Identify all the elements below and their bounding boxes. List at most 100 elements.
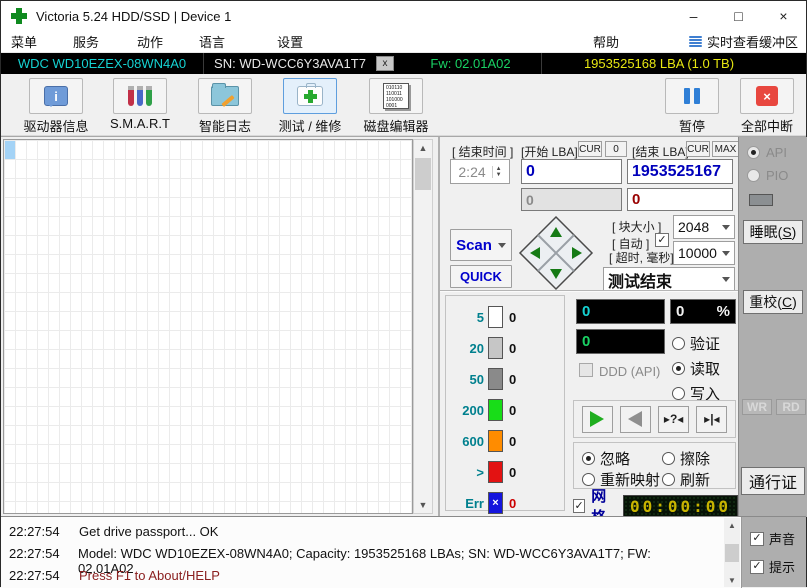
- grid-vertical-scrollbar[interactable]: ▲ ▼: [413, 139, 433, 514]
- drive-tab-close-button[interactable]: x: [376, 56, 394, 71]
- auto-checkbox[interactable]: ✓: [655, 233, 669, 247]
- spinner-arrows-icon[interactable]: ▲▼: [492, 166, 502, 178]
- ddd-checkbox[interactable]: [579, 363, 593, 377]
- refresh-radio-icon: [662, 473, 675, 486]
- wr-button[interactable]: WR: [742, 399, 772, 415]
- end-lba-label: [结束 LBA]: [632, 143, 689, 160]
- rd-button[interactable]: RD: [776, 399, 806, 415]
- random-seek-button[interactable]: ▸?◂: [658, 406, 689, 433]
- start-cur-button[interactable]: CUR: [578, 141, 602, 157]
- api-label: API: [766, 145, 787, 160]
- legend-swatch-20: [488, 337, 503, 359]
- start-lba-input[interactable]: 0: [521, 159, 622, 184]
- menu-item-menu[interactable]: 菜单: [3, 30, 45, 53]
- legend-swatch-600: [488, 430, 503, 452]
- grid-checkbox[interactable]: ✓: [573, 499, 585, 513]
- timeout-dropdown[interactable]: 10000: [673, 241, 735, 265]
- log-entry: 22:27:54 Get drive passport... OK: [1, 524, 701, 539]
- tips-checkbox-row[interactable]: ✓ 提示: [750, 557, 795, 576]
- tips-checkbox[interactable]: ✓: [750, 560, 764, 574]
- passport-button[interactable]: 通行证: [741, 467, 805, 495]
- sleep-button[interactable]: 睡眠(S): [743, 220, 803, 244]
- minimize-button[interactable]: –: [671, 1, 716, 31]
- legend-swatch-over: [488, 461, 503, 483]
- legend-swatch-200: [488, 399, 503, 421]
- menu-item-language[interactable]: 语言: [191, 30, 233, 53]
- menu-item-settings[interactable]: 设置: [269, 30, 311, 53]
- menu-bar: 菜单 服务 动作 语言 设置 帮助 实时查看缓冲区: [1, 31, 806, 53]
- ignore-label: 忽略: [600, 448, 630, 469]
- percent-value: 0: [676, 303, 684, 320]
- toolbar-drive-info-button[interactable]: i 驱动器信息: [11, 78, 101, 135]
- butterfly-seek-button[interactable]: ▸|◂: [696, 406, 727, 433]
- end-cur-button[interactable]: CUR: [686, 141, 710, 157]
- close-button[interactable]: ×: [761, 1, 806, 31]
- toolbar-smart-button[interactable]: S.M.A.R.T: [101, 78, 179, 131]
- toolbar-smart-log-button[interactable]: 智能日志: [187, 78, 263, 135]
- recalibrate-button[interactable]: 重校(C): [743, 290, 803, 314]
- api-radio[interactable]: API: [747, 145, 787, 160]
- toolbar-test-repair-label: 测试 / 维修: [279, 116, 342, 135]
- scan-dropdown-icon: [498, 243, 506, 252]
- percent-sign: %: [717, 303, 730, 320]
- drive-info-bar: WDC WD10EZEX-08WN4A0 SN: WD-WCC6Y3AVA1T7…: [1, 53, 806, 74]
- pause-label: 暂停: [679, 116, 705, 135]
- log-scroll-up-icon[interactable]: ▲: [724, 518, 740, 532]
- pause-icon: [684, 88, 700, 104]
- start-lba-label: [开始 LBA]: [521, 143, 578, 160]
- drive-capacity: 1953525168 LBA (1.0 TB): [542, 53, 806, 74]
- action-refresh-radio[interactable]: 刷新: [662, 469, 710, 490]
- end-max-button[interactable]: MAX: [712, 141, 739, 157]
- action-erase-radio[interactable]: 擦除: [662, 448, 710, 469]
- log-scrollbar[interactable]: ▲ ▼: [724, 518, 740, 587]
- pause-button[interactable]: 暂停: [664, 78, 720, 135]
- action-ignore-radio[interactable]: 忽略: [582, 448, 630, 469]
- current-block-marker: [5, 141, 15, 159]
- ddd-label: DDD (API): [599, 364, 660, 379]
- log-scroll-down-icon[interactable]: ▼: [724, 573, 740, 587]
- on-end-value: 测试结束: [608, 268, 672, 292]
- seek-arrow-pad[interactable]: [518, 215, 594, 296]
- scan-button[interactable]: Scan: [450, 229, 512, 261]
- refresh-label: 刷新: [680, 469, 710, 490]
- log-options: ✓ 声音 ✓ 提示: [742, 517, 807, 588]
- maximize-button[interactable]: □: [716, 1, 761, 31]
- scroll-down-icon[interactable]: ▼: [414, 497, 432, 513]
- end-lba-input[interactable]: 1953525167: [627, 159, 733, 184]
- scroll-up-icon[interactable]: ▲: [414, 140, 432, 156]
- end-time-spinner[interactable]: 2:24 ▲▼: [450, 159, 510, 184]
- toolbar-smart-label: S.M.A.R.T: [110, 116, 170, 131]
- legend-row-50: 500: [454, 368, 516, 390]
- buffer-view-button[interactable]: 实时查看缓冲区: [689, 32, 798, 51]
- legend-row-20: 200: [454, 337, 516, 359]
- drive-model: WDC WD10EZEX-08WN4A0: [1, 53, 204, 74]
- scrollbar-thumb[interactable]: [415, 158, 431, 190]
- on-end-dropdown[interactable]: 测试结束: [603, 267, 735, 292]
- menu-item-help[interactable]: 帮助: [585, 30, 627, 53]
- log-scrollbar-thumb[interactable]: [725, 544, 739, 562]
- legend-row-err: Err×0: [454, 492, 516, 514]
- sound-checkbox-row[interactable]: ✓ 声音: [750, 529, 795, 548]
- tips-label: 提示: [769, 557, 795, 576]
- mode-verify-radio[interactable]: 验证: [672, 333, 720, 354]
- drive-serial: SN: WD-WCC6Y3AVA1T7: [204, 53, 376, 74]
- start-zero-button[interactable]: 0: [605, 141, 627, 157]
- scan-label: Scan: [456, 237, 492, 254]
- menu-item-service[interactable]: 服务: [65, 30, 107, 53]
- abort-all-button[interactable]: × 全部中断: [732, 78, 802, 135]
- start-test-button[interactable]: [582, 406, 613, 433]
- pio-radio[interactable]: PIO: [747, 168, 788, 183]
- reverse-button[interactable]: [620, 406, 651, 433]
- menu-item-actions[interactable]: 动作: [129, 30, 171, 53]
- toolbar-disk-editor-button[interactable]: 010110110011 1010000001 磁盘编辑器: [355, 78, 437, 135]
- sound-checkbox[interactable]: ✓: [750, 532, 764, 546]
- read-radio-icon: [672, 362, 685, 375]
- percent-display: 0 %: [670, 299, 736, 324]
- end-time-label: [ 结束时间 ]: [452, 143, 513, 160]
- pio-label: PIO: [766, 168, 788, 183]
- block-size-dropdown[interactable]: 2048: [673, 215, 735, 239]
- quick-button[interactable]: QUICK: [450, 265, 512, 288]
- toolbar-test-repair-button[interactable]: 测试 / 维修: [271, 78, 349, 135]
- mode-read-radio[interactable]: 读取: [672, 358, 720, 379]
- smart-log-folder-icon: [211, 86, 239, 106]
